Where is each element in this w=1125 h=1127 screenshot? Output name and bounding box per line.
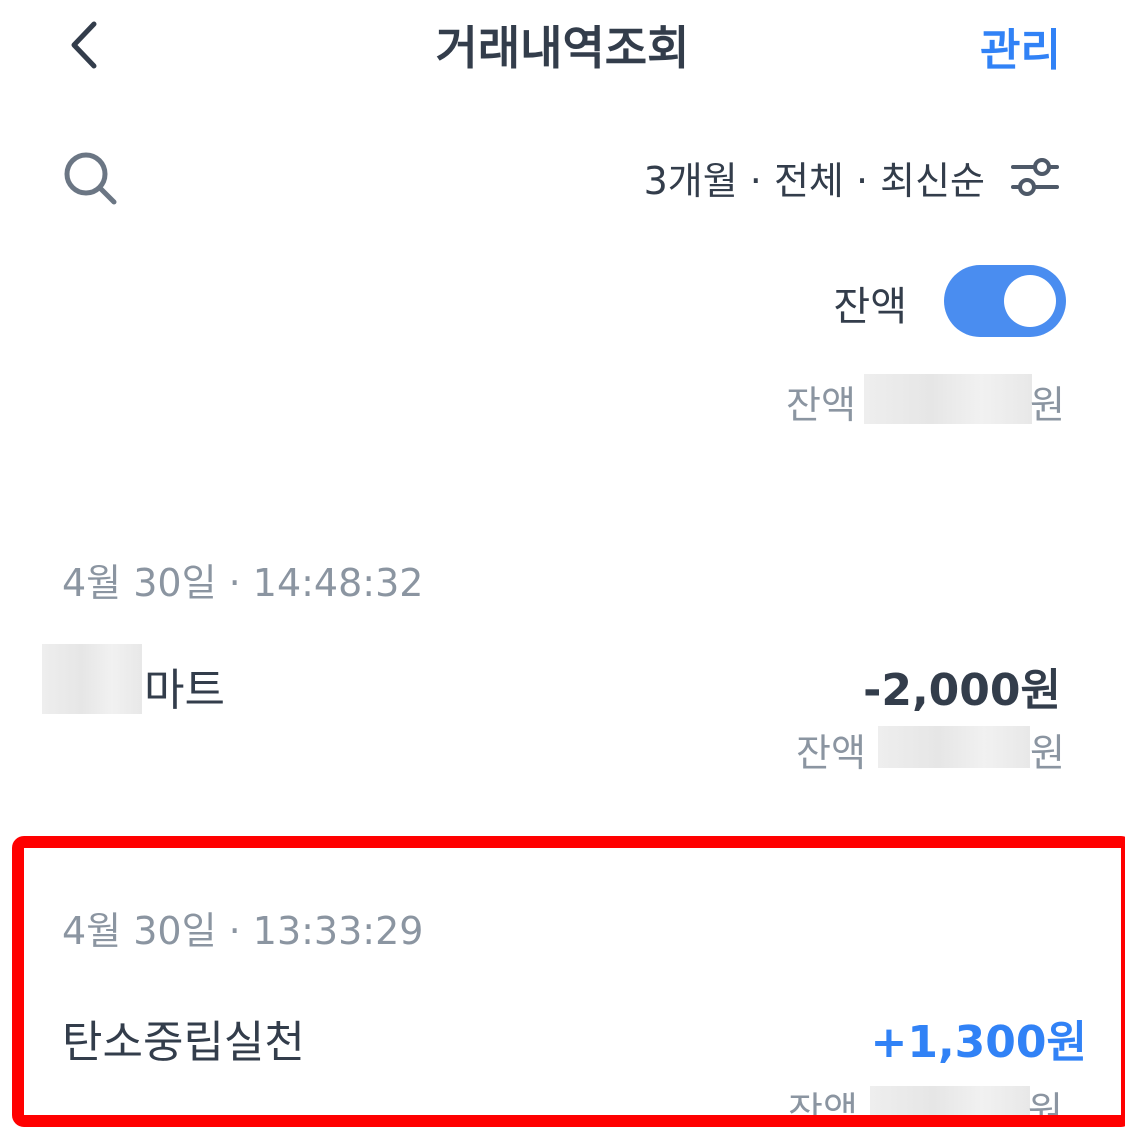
balance-toggle[interactable] [944, 265, 1066, 337]
masked-balance [864, 374, 1032, 424]
highlighted-transaction[interactable]: 4월 30일 · 13:33:29 탄소중립실천 +1,300원 잔액 원 [12, 836, 1125, 1127]
filter-button[interactable] [1009, 154, 1061, 200]
balance-toggle-label: 잔액 [833, 284, 907, 330]
toggle-knob [1004, 275, 1056, 327]
transaction-amount: -2,000원 [863, 665, 1061, 716]
transaction-balance-label: 잔액 [796, 731, 866, 775]
page-title: 거래내역조회 [435, 21, 690, 75]
transaction-balance-unit: 원 [1030, 731, 1065, 775]
transaction-balance-label: 잔액 [788, 1089, 858, 1127]
transaction-title: 탄소중립실천 [62, 1017, 305, 1068]
masked-balance [870, 1086, 1030, 1115]
transaction-amount: +1,300원 [870, 1017, 1087, 1068]
transaction-datetime: 4월 30일 · 14:48:32 [62, 561, 424, 605]
transaction-balance-unit: 원 [1028, 1089, 1063, 1127]
total-balance-unit: 원 [1030, 383, 1065, 427]
search-icon [64, 152, 117, 205]
search-button[interactable] [58, 146, 122, 210]
masked-merchant-name [42, 644, 142, 714]
masked-balance [878, 726, 1030, 768]
transaction-title[interactable]: 마트 [144, 654, 225, 718]
total-balance-label: 잔액 [786, 383, 856, 427]
manage-button[interactable]: 관리 [980, 14, 1061, 78]
filter-sliders-icon [1011, 158, 1059, 196]
filter-summary[interactable]: 3개월 · 전체 · 최신순 [644, 150, 985, 205]
transaction-datetime: 4월 30일 · 13:33:29 [62, 909, 424, 953]
